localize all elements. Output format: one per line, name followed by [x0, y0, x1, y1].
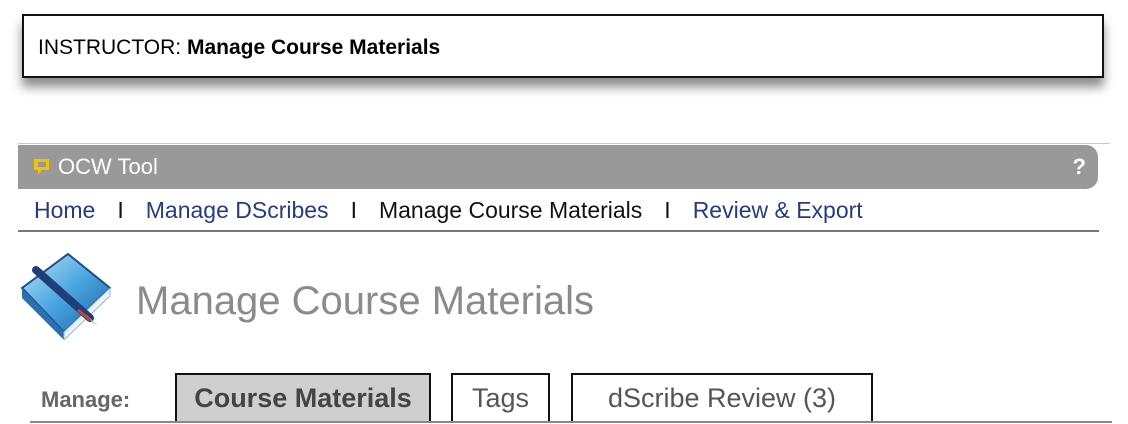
nav-separator: I [117, 197, 124, 223]
instructor-heading: INSTRUCTOR: Manage Course Materials [38, 36, 440, 60]
role-label: INSTRUCTOR: [38, 36, 182, 59]
nav-current-page: Manage Course Materials [378, 197, 643, 223]
book-pen-icon [20, 252, 112, 340]
nav-review-export-link[interactable]: Review & Export [693, 197, 863, 224]
tool-header-bar: OCW Tool ? [18, 143, 1110, 189]
instructor-banner: INSTRUCTOR: Manage Course Materials [22, 14, 1104, 78]
breadcrumb-nav: Home I Manage DScribes I Manage Course M… [34, 197, 863, 224]
nav-home-link[interactable]: Home [34, 197, 95, 224]
nav-separator: I [664, 197, 671, 223]
banner-title: Manage Course Materials [186, 36, 441, 59]
nav-divider [18, 230, 1099, 232]
tab-tags[interactable]: Tags [451, 373, 550, 422]
nav-manage-dscribes-link[interactable]: Manage DScribes [146, 197, 329, 224]
tab-dscribe-review[interactable]: dScribe Review (3) [571, 373, 873, 422]
help-icon[interactable]: ? [1073, 154, 1086, 180]
tab-course-materials[interactable]: Course Materials [175, 373, 431, 422]
ocw-logo-icon [34, 159, 49, 175]
tab-divider [30, 421, 1112, 423]
tool-title: OCW Tool [58, 154, 158, 179]
page-title: Manage Course Materials [136, 279, 594, 323]
manage-label: Manage: [41, 387, 131, 412]
nav-separator: I [350, 197, 357, 223]
